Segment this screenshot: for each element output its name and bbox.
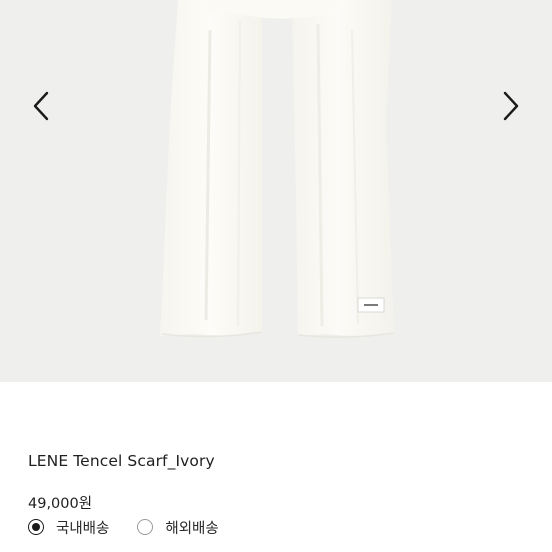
product-price: 49,000원 bbox=[28, 496, 93, 512]
shipping-options: 국내배송 해외배송 bbox=[28, 516, 219, 538]
product-image-gallery bbox=[0, 0, 552, 382]
shipping-option-label: 국내배송 bbox=[56, 520, 110, 537]
product-info: LENE Tencel Scarf_Ivory 49,000원 국내배송 해외배… bbox=[0, 382, 552, 552]
product-page: LENE Tencel Scarf_Ivory 49,000원 국내배송 해외배… bbox=[0, 0, 552, 552]
shipping-option-international[interactable]: 해외배송 bbox=[137, 517, 219, 538]
shipping-option-domestic[interactable]: 국내배송 bbox=[28, 517, 109, 538]
next-image-button[interactable] bbox=[491, 86, 531, 126]
chevron-right-icon bbox=[503, 91, 519, 121]
shipping-option-label: 해외배송 bbox=[165, 520, 219, 537]
radio-checked-icon[interactable] bbox=[28, 519, 44, 535]
product-title: LENE Tencel Scarf_Ivory bbox=[28, 452, 215, 470]
previous-image-button[interactable] bbox=[21, 86, 61, 126]
chevron-left-icon bbox=[33, 91, 49, 121]
radio-unchecked-icon[interactable] bbox=[137, 519, 154, 535]
product-image bbox=[160, 0, 395, 338]
